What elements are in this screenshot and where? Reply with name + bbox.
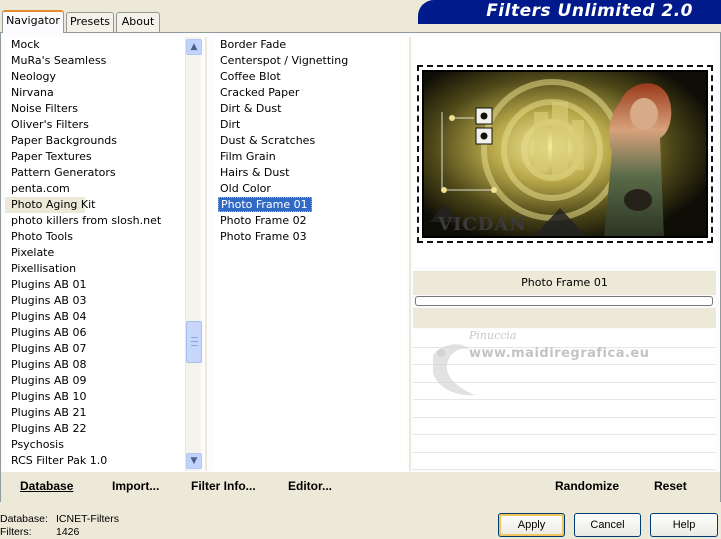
filter-item[interactable]: Border Fade [213, 37, 407, 53]
category-item[interactable]: Plugins AB 03 [5, 293, 185, 309]
filter-item[interactable]: Coffee Blot [213, 69, 407, 85]
database-link[interactable]: Database [20, 479, 73, 493]
filter-item-label: Hairs & Dust [220, 166, 290, 179]
status-info: Database: ICNET-Filters Filters: 1426 [0, 513, 119, 539]
category-item[interactable]: Pixellisation [5, 261, 185, 277]
database-label: Database: [0, 513, 48, 525]
filter-item-label: Coffee Blot [220, 70, 281, 83]
filter-item[interactable]: Film Grain [213, 149, 407, 165]
filter-item-label: Old Color [220, 182, 271, 195]
apply-button[interactable]: Apply [498, 513, 565, 537]
cancel-button[interactable]: Cancel [574, 513, 641, 537]
filter-item-label: Dust & Scratches [220, 134, 316, 147]
watermark-logo-icon [433, 344, 475, 396]
database-value: ICNET-Filters [56, 513, 119, 525]
filter-item[interactable]: Photo Frame 03 [213, 229, 407, 245]
preview-image: VICDAN [422, 70, 708, 238]
watermark-url: www.maidiregrafica.eu [469, 346, 650, 361]
navigator-panel: Mock MuRa's Seamless Neology Nirvana Noise F… [0, 32, 721, 502]
import-link[interactable]: Import... [112, 479, 159, 493]
category-item[interactable]: Plugins AB 09 [5, 373, 185, 389]
category-item[interactable]: Plugins AB 01 [5, 277, 185, 293]
scroll-down-button[interactable]: ▼ [186, 453, 202, 469]
divider [205, 37, 207, 471]
app-title: Filters Unlimited 2.0 [486, 1, 693, 21]
category-item[interactable]: Pixelate [5, 245, 185, 261]
parameter-row [413, 453, 716, 470]
category-item[interactable]: Paper Backgrounds [5, 133, 185, 149]
category-item[interactable]: Noise Filters [5, 101, 185, 117]
filter-item[interactable]: Old Color [213, 181, 407, 197]
category-item[interactable]: photo killers from slosh.net [5, 213, 185, 229]
category-item[interactable]: MuRa's Seamless [5, 53, 185, 69]
filter-item[interactable]: Photo Frame 02 [213, 213, 407, 229]
selected-filter-name: Photo Frame 01 [413, 271, 716, 295]
filter-item-label: Photo Frame 02 [220, 214, 307, 227]
parameter-row [413, 435, 716, 453]
category-item[interactable]: Photo Tools [5, 229, 185, 245]
filter-item-label: Film Grain [220, 150, 276, 163]
filter-item[interactable]: Hairs & Dust [213, 165, 407, 181]
category-item[interactable]: Plugins AB 04 [5, 309, 185, 325]
divider [409, 37, 411, 471]
category-item[interactable]: penta.com [5, 181, 185, 197]
category-item[interactable]: Paper Textures [5, 149, 185, 165]
filter-item[interactable]: Photo Frame 01 [213, 197, 407, 213]
tab-navigator[interactable]: Navigator [2, 10, 64, 33]
parameter-header [413, 308, 716, 328]
filter-item[interactable]: Centerspot / Vignetting [213, 53, 407, 69]
category-item[interactable]: Plugins AB 22 [5, 421, 185, 437]
scroll-up-button[interactable]: ▲ [186, 39, 202, 55]
category-item[interactable]: Neology [5, 69, 185, 85]
filter-item-label: Dirt [220, 118, 241, 131]
filter-item-label: Border Fade [220, 38, 287, 51]
chevron-down-icon: ▼ [190, 456, 198, 466]
filter-item-label: Dirt & Dust [220, 102, 282, 115]
randomize-link[interactable]: Randomize [555, 479, 619, 493]
title-banner: Filters Unlimited 2.0 [418, 0, 721, 24]
action-link-row: Database Import... Filter Info... Editor… [1, 472, 720, 502]
filter-item[interactable]: Cracked Paper [213, 85, 407, 101]
preview-watermark-text: VICDAN [438, 214, 527, 235]
category-item[interactable]: Pattern Generators [5, 165, 185, 181]
category-item[interactable]: Nirvana [5, 85, 185, 101]
filters-count: 1426 [56, 526, 80, 538]
filter-item-label: Cracked Paper [220, 86, 300, 99]
preview-frame: VICDAN [417, 65, 713, 243]
tab-about[interactable]: About [116, 12, 160, 32]
category-item[interactable]: Oliver's Filters [5, 117, 185, 133]
filter-item[interactable]: Dirt [213, 117, 407, 133]
watermark-name: Pinuccia [469, 329, 517, 342]
category-item[interactable]: Psychosis [5, 437, 185, 453]
editor-link[interactable]: Editor... [288, 479, 332, 493]
filter-list[interactable]: Border Fade Centerspot / Vignetting Coffee… [213, 37, 407, 471]
parameter-row [413, 418, 716, 435]
grip-icon [191, 337, 198, 346]
progress-bar [415, 296, 713, 306]
chevron-up-icon: ▲ [190, 42, 198, 52]
category-item[interactable]: RCS Filter Pak 1.0 [5, 453, 185, 469]
category-item[interactable]: Plugins AB 06 [5, 325, 185, 341]
filter-item-label: Photo Frame 01 [218, 197, 312, 212]
help-button[interactable]: Help [650, 513, 718, 537]
category-scrollbar[interactable]: ▲ ▼ [185, 37, 202, 471]
category-item[interactable]: Photo Aging Kit [5, 197, 95, 213]
scroll-thumb[interactable] [186, 321, 202, 363]
filter-item[interactable]: Dust & Scratches [213, 133, 407, 149]
category-item[interactable]: Plugins AB 08 [5, 357, 185, 373]
filter-info-link[interactable]: Filter Info... [191, 479, 256, 493]
reset-link[interactable]: Reset [654, 479, 687, 493]
filter-item[interactable]: Dirt & Dust [213, 101, 407, 117]
tab-presets[interactable]: Presets [66, 12, 114, 32]
category-item[interactable]: Plugins AB 21 [5, 405, 185, 421]
preview-area: VICDAN [413, 37, 716, 267]
filter-item-label: Centerspot / Vignetting [220, 54, 349, 67]
category-list[interactable]: Mock MuRa's Seamless Neology Nirvana Noise F… [5, 37, 185, 471]
filter-item-label: Photo Frame 03 [220, 230, 307, 243]
filters-label: Filters: [0, 526, 32, 538]
category-item[interactable]: Mock [5, 37, 185, 53]
category-item[interactable]: Plugins AB 10 [5, 389, 185, 405]
category-item[interactable]: Plugins AB 07 [5, 341, 185, 357]
